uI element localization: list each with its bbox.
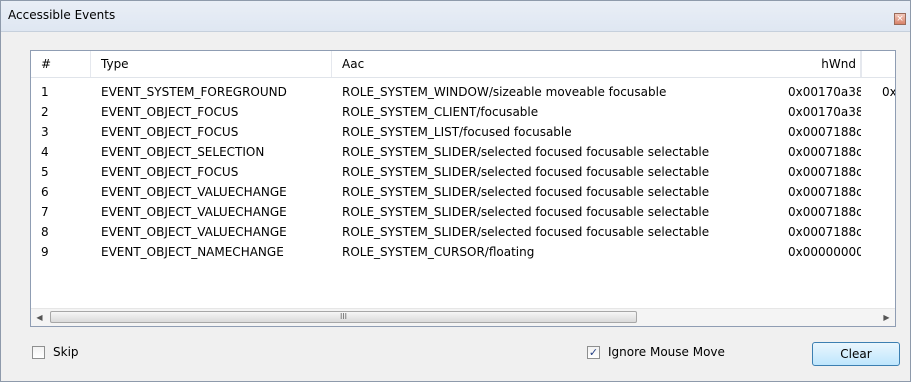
scrollbar-thumb[interactable]: III — [50, 311, 637, 323]
row-hwnd: 0x0007188c — [788, 185, 861, 199]
horizontal-scrollbar[interactable]: ◀ III ▶ — [31, 308, 895, 326]
row-number: 4 — [41, 145, 49, 159]
column-header-aac[interactable]: Aac — [332, 51, 862, 77]
clear-button[interactable]: Clear — [812, 342, 900, 366]
column-header-type[interactable]: Type — [91, 51, 332, 77]
row-hwnd: 0x0007188c — [788, 225, 861, 239]
table-row[interactable]: 1 EVENT_SYSTEM_FOREGROUND ROLE_SYSTEM_WIND… — [31, 82, 895, 102]
list-rows: 1 EVENT_SYSTEM_FOREGROUND ROLE_SYSTEM_WIND… — [31, 82, 895, 262]
row-type: EVENT_OBJECT_FOCUS — [101, 165, 239, 179]
row-aac: ROLE_SYSTEM_SLIDER/selected focused focu… — [342, 145, 710, 159]
row-type: EVENT_OBJECT_VALUECHANGE — [101, 225, 287, 239]
list-header: # Type Aac hWnd — [31, 51, 895, 78]
row-aac: ROLE_SYSTEM_SLIDER/selected focused focu… — [342, 185, 710, 199]
row-number: 7 — [41, 205, 49, 219]
row-hwnd: 0x00170a38 — [788, 105, 861, 119]
row-hwnd: 0x0007188c — [788, 205, 861, 219]
scroll-left-icon[interactable]: ◀ — [31, 309, 48, 326]
row-number: 5 — [41, 165, 49, 179]
column-header-number[interactable]: # — [31, 51, 91, 77]
row-hwnd: 0x0007188c — [788, 125, 861, 139]
row-type: EVENT_OBJECT_SELECTION — [101, 145, 265, 159]
row-aac: ROLE_SYSTEM_SLIDER/selected focused focu… — [342, 165, 710, 179]
row-number: 8 — [41, 225, 49, 239]
table-row[interactable]: 8 EVENT_OBJECT_VALUECHANGE ROLE_SYSTEM_SLI… — [31, 222, 895, 242]
table-row[interactable]: 9 EVENT_OBJECT_NAMECHANGE ROLE_SYSTEM_CURS… — [31, 242, 895, 262]
window-title: Accessible Events — [8, 8, 116, 22]
row-aac: ROLE_SYSTEM_SLIDER/selected focused focu… — [342, 225, 710, 239]
row-extra: 0x0 — [882, 85, 895, 99]
ignore-mouse-move-label: Ignore Mouse Move — [608, 345, 725, 359]
row-type: EVENT_OBJECT_FOCUS — [101, 125, 239, 139]
close-icon[interactable]: × — [894, 13, 906, 25]
row-aac: ROLE_SYSTEM_LIST/focused focusable — [342, 125, 572, 139]
row-type: EVENT_SYSTEM_FOREGROUND — [101, 85, 287, 99]
table-row[interactable]: 3 EVENT_OBJECT_FOCUS ROLE_SYSTEM_LIST/focu… — [31, 122, 895, 142]
table-row[interactable]: 2 EVENT_OBJECT_FOCUS ROLE_SYSTEM_CLIENT/fo… — [31, 102, 895, 122]
row-type: EVENT_OBJECT_NAMECHANGE — [101, 245, 284, 259]
row-aac: ROLE_SYSTEM_CURSOR/floating — [342, 245, 535, 259]
row-type: EVENT_OBJECT_VALUECHANGE — [101, 205, 287, 219]
row-number: 1 — [41, 85, 49, 99]
row-number: 3 — [41, 125, 49, 139]
table-row[interactable]: 7 EVENT_OBJECT_VALUECHANGE ROLE_SYSTEM_SLI… — [31, 202, 895, 222]
skip-checkbox[interactable] — [32, 346, 45, 359]
row-hwnd: 0x0007188c — [788, 145, 861, 159]
row-aac: ROLE_SYSTEM_WINDOW/sizeable moveable foc… — [342, 85, 667, 99]
skip-label: Skip — [53, 345, 79, 359]
row-number: 9 — [41, 245, 49, 259]
row-type: EVENT_OBJECT_VALUECHANGE — [101, 185, 287, 199]
table-row[interactable]: 6 EVENT_OBJECT_VALUECHANGE ROLE_SYSTEM_SLI… — [31, 182, 895, 202]
row-aac: ROLE_SYSTEM_CLIENT/focusable — [342, 105, 539, 119]
row-number: 2 — [41, 105, 49, 119]
column-header-hwnd[interactable]: hWnd — [788, 51, 861, 77]
row-type: EVENT_OBJECT_FOCUS — [101, 105, 239, 119]
table-row[interactable]: 5 EVENT_OBJECT_FOCUS ROLE_SYSTEM_SLIDER/se… — [31, 162, 895, 182]
scroll-right-icon[interactable]: ▶ — [878, 309, 895, 326]
row-number: 6 — [41, 185, 49, 199]
row-hwnd: 0x00000000 — [788, 245, 861, 259]
ignore-mouse-move-checkbox[interactable]: ✓ — [587, 346, 600, 359]
row-aac: ROLE_SYSTEM_SLIDER/selected focused focu… — [342, 205, 710, 219]
events-list[interactable]: # Type Aac hWnd 1 EVENT_SYSTEM_FOREGROUND… — [30, 50, 896, 327]
title-bar: Accessible Events × — [1, 1, 910, 32]
row-hwnd: 0x0007188c — [788, 165, 861, 179]
table-row[interactable]: 4 EVENT_OBJECT_SELECTION ROLE_SYSTEM_SLIDE… — [31, 142, 895, 162]
row-hwnd: 0x00170a38 — [788, 85, 861, 99]
accessible-events-window: Accessible Events × # Type Aac hWnd 1 EVE… — [0, 0, 911, 382]
